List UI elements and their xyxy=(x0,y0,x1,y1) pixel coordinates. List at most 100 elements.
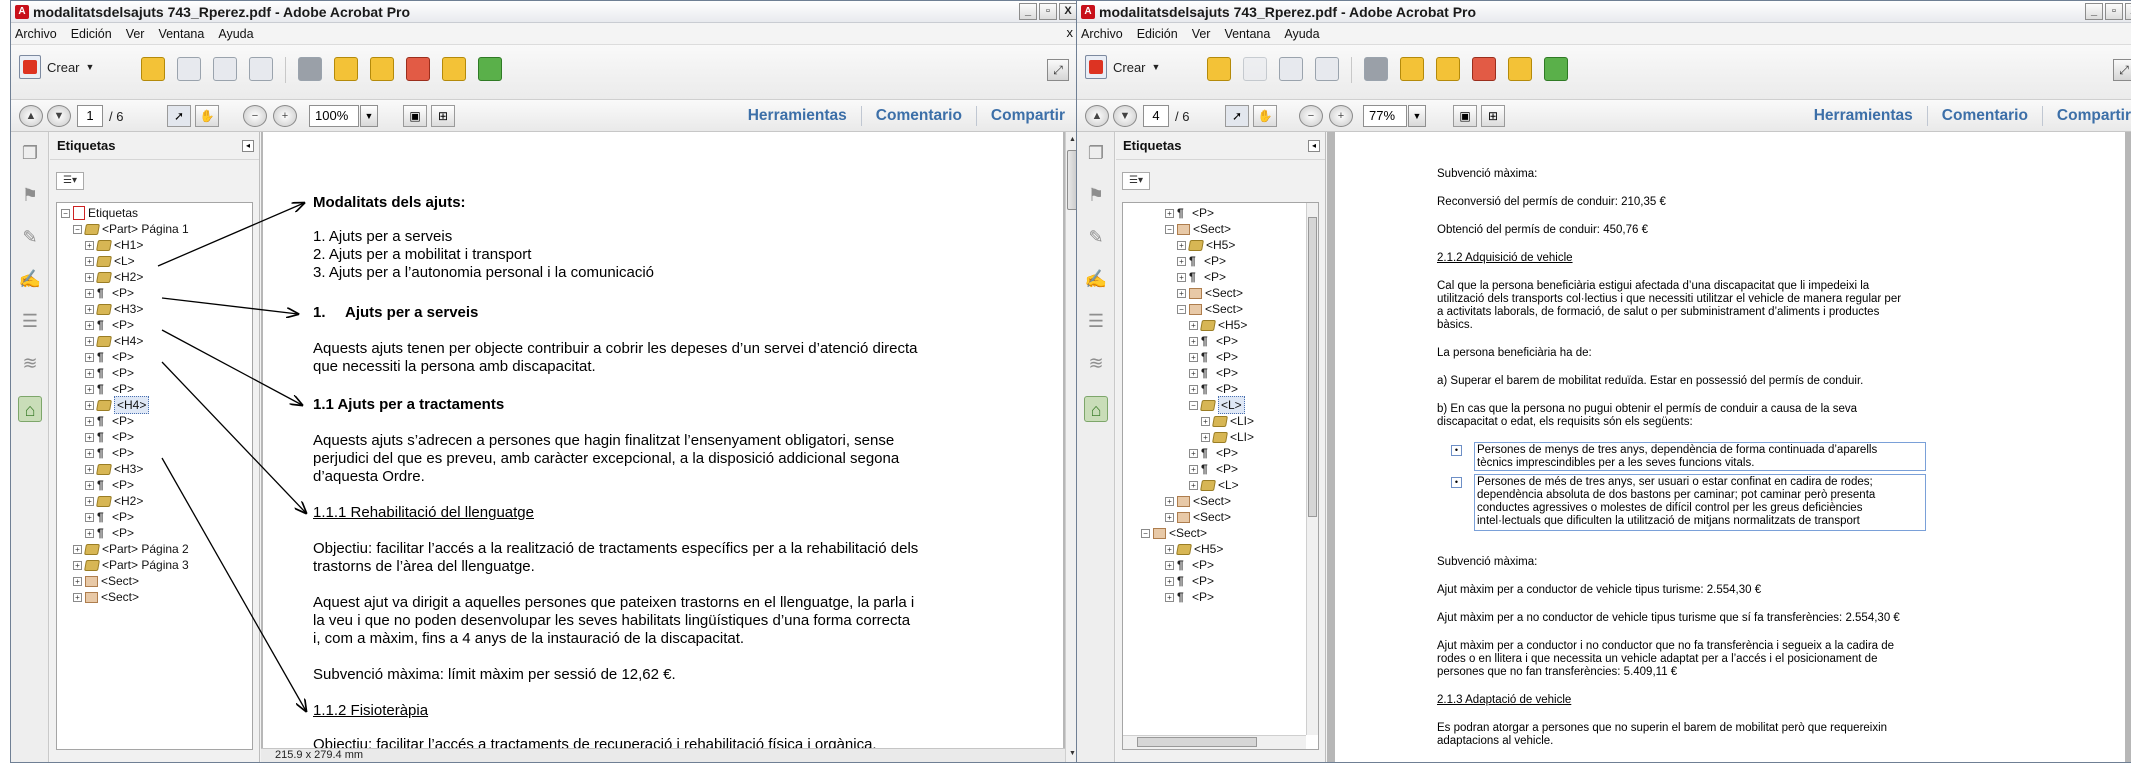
open-folder-icon[interactable] xyxy=(1207,57,1231,81)
export-icon[interactable] xyxy=(442,57,466,81)
fit-page-icon[interactable]: ▣ xyxy=(1453,105,1477,127)
tree-item[interactable]: + <Part> Página 2 xyxy=(73,541,189,557)
zoom-level-input[interactable]: 100% xyxy=(309,105,359,127)
tree-item[interactable]: + <Part> Página 3 xyxy=(73,557,189,573)
tree-item[interactable]: − <Sect> xyxy=(1165,221,1231,237)
previous-page-icon[interactable]: ▲ xyxy=(19,105,43,127)
tree-item[interactable]: + ¶ <P> xyxy=(85,413,134,429)
tree-item[interactable]: + ¶ <P> xyxy=(1189,333,1238,349)
menu-archivo[interactable]: Archivo xyxy=(15,27,57,41)
fit-page-icon[interactable]: ▣ xyxy=(403,105,427,127)
options-menu-icon[interactable]: ☰▾ xyxy=(1122,172,1150,190)
tree-item[interactable]: + ¶ <P> xyxy=(1165,589,1214,605)
tree-item[interactable]: + ¶ <P> xyxy=(85,509,134,525)
select-tool-icon[interactable]: ➚ xyxy=(167,105,191,127)
tree-item[interactable]: + ¶ <P> xyxy=(85,285,134,301)
menu-ayuda[interactable]: Ayuda xyxy=(218,27,253,41)
tree-item[interactable]: + ¶ <P> xyxy=(1177,269,1226,285)
crear-button[interactable]: Crear ▼ xyxy=(1085,55,1160,79)
tab-compartir[interactable]: Compartir xyxy=(2041,106,2131,126)
tree-horizontal-scrollbar[interactable] xyxy=(1123,735,1306,749)
attachments-icon[interactable]: ✎ xyxy=(1084,224,1108,250)
menu-edicion[interactable]: Edición xyxy=(1137,27,1178,41)
tree-item[interactable]: + <H3> xyxy=(85,301,143,317)
tree-item[interactable]: + <L> xyxy=(1189,477,1239,493)
fit-width-icon[interactable]: ⊞ xyxy=(1481,105,1505,127)
bookmarks-icon[interactable]: ⚑ xyxy=(18,182,42,208)
tree-item[interactable]: − <Sect> xyxy=(1177,301,1243,317)
sign-icon[interactable] xyxy=(1544,57,1568,81)
zoom-dropdown-icon[interactable]: ▼ xyxy=(1408,105,1426,127)
zoom-in-icon[interactable]: + xyxy=(1329,105,1353,127)
close-document-icon[interactable]: x xyxy=(1067,25,1074,40)
tree-item[interactable]: + <H4> xyxy=(85,333,143,349)
tree-item[interactable]: + <H2> xyxy=(85,269,143,285)
tree-item[interactable]: + <LI> xyxy=(1201,429,1254,445)
minimize-button[interactable]: _ xyxy=(2085,3,2103,20)
close-button[interactable]: X xyxy=(1059,3,1077,20)
tree-item[interactable]: − <L> xyxy=(1189,396,1245,414)
print-icon[interactable] xyxy=(213,57,237,81)
tree-item[interactable]: + ¶ <P> xyxy=(85,429,134,445)
order-icon[interactable]: ≋ xyxy=(1084,350,1108,376)
tab-compartir[interactable]: Compartir xyxy=(975,106,1079,126)
tree-item[interactable]: + <Sect> xyxy=(73,589,139,605)
delete-pages-icon[interactable] xyxy=(1472,57,1496,81)
tree-item[interactable]: + ¶ <P> xyxy=(85,349,134,365)
options-menu-icon[interactable]: ☰▾ xyxy=(56,172,84,190)
tree-item[interactable]: + <H2> xyxy=(85,493,143,509)
zoom-in-icon[interactable]: + xyxy=(273,105,297,127)
fullscreen-icon[interactable]: ⤢ xyxy=(1047,59,1069,81)
tree-item[interactable]: − Etiquetas xyxy=(61,205,138,221)
tab-comentario[interactable]: Comentario xyxy=(860,106,976,126)
tree-item[interactable]: + ¶ <P> xyxy=(1165,557,1214,573)
collapse-panel-icon[interactable]: ◂ xyxy=(242,140,254,152)
tree-vertical-scrollbar[interactable] xyxy=(1306,203,1318,735)
tree-scroll-thumb[interactable] xyxy=(1308,217,1317,517)
gear-icon[interactable] xyxy=(298,57,322,81)
tree-item[interactable]: + ¶ <P> xyxy=(85,477,134,493)
page-number-input[interactable]: 1 xyxy=(77,105,103,127)
content-icon[interactable]: ☰ xyxy=(1084,308,1108,334)
email-icon[interactable] xyxy=(249,57,273,81)
menu-ventana[interactable]: Ventana xyxy=(1224,27,1270,41)
tree-item[interactable]: + ¶ <P> xyxy=(85,381,134,397)
tree-item[interactable]: + ¶ <P> xyxy=(1189,445,1238,461)
tags-icon[interactable]: ⌂ xyxy=(1084,396,1108,422)
restore-button[interactable]: ▫ xyxy=(2105,3,2123,20)
tree-item[interactable]: − <Part> Página 1 xyxy=(73,221,189,237)
gear-icon[interactable] xyxy=(1364,57,1388,81)
sign-icon[interactable] xyxy=(478,57,502,81)
fullscreen-icon[interactable]: ⤢ xyxy=(2113,59,2131,81)
content-icon[interactable]: ☰ xyxy=(18,308,42,334)
document-area[interactable]: Modalitats dels ajuts: 1. Ajuts per a se… xyxy=(261,132,1065,762)
save-icon[interactable] xyxy=(1243,57,1267,81)
tab-comentario[interactable]: Comentario xyxy=(1926,106,2042,126)
page-thumbnails-icon[interactable]: ❐ xyxy=(18,140,42,166)
zoom-out-icon[interactable]: − xyxy=(243,105,267,127)
next-page-icon[interactable]: ▼ xyxy=(1113,105,1137,127)
select-tool-icon[interactable]: ➚ xyxy=(1225,105,1249,127)
tree-item[interactable]: − <Sect> xyxy=(1141,525,1207,541)
tree-item[interactable]: + ¶ <P> xyxy=(1189,349,1238,365)
export-icon[interactable] xyxy=(1508,57,1532,81)
highlight-icon[interactable] xyxy=(1436,57,1460,81)
previous-page-icon[interactable]: ▲ xyxy=(1085,105,1109,127)
minimize-button[interactable]: _ xyxy=(1019,3,1037,20)
document-area[interactable]: Subvenció màxima: Reconversió del permís… xyxy=(1327,132,2131,762)
signatures-icon[interactable]: ✍ xyxy=(18,266,42,292)
tree-item[interactable]: + <Sect> xyxy=(73,573,139,589)
tab-herramientas[interactable]: Herramientas xyxy=(1800,106,1927,126)
fit-width-icon[interactable]: ⊞ xyxy=(431,105,455,127)
tree-item[interactable]: + ¶ <P> xyxy=(85,525,134,541)
restore-button[interactable]: ▫ xyxy=(1039,3,1057,20)
page-thumbnails-icon[interactable]: ❐ xyxy=(1084,140,1108,166)
tree-item[interactable]: + ¶ <P> xyxy=(85,365,134,381)
horizontal-scrollbar[interactable]: 215.9 x 279.4 mm xyxy=(261,748,1065,762)
tree-item[interactable]: + ¶ <P> xyxy=(1165,573,1214,589)
email-icon[interactable] xyxy=(1315,57,1339,81)
zoom-level-input[interactable]: 77% xyxy=(1363,105,1407,127)
highlight-icon[interactable] xyxy=(370,57,394,81)
menu-ver[interactable]: Ver xyxy=(126,27,145,41)
tree-item[interactable]: + <H5> xyxy=(1177,237,1235,253)
